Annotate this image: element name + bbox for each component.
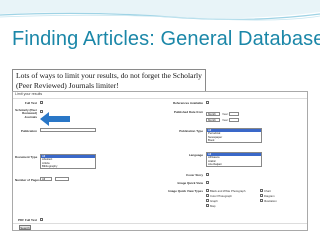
graph-checkbox[interactable] — [206, 199, 209, 202]
full-text-label: Full Text — [24, 101, 37, 105]
callout-text: Lots of ways to limit your results, do n… — [12, 69, 206, 92]
references-checkbox[interactable] — [206, 101, 209, 104]
color-photo-checkbox[interactable] — [206, 194, 209, 197]
scholarly-label: Scholarly (Peer Reviewed) Journals — [15, 108, 37, 119]
diagram-label: Diagram — [264, 194, 275, 198]
publication-input[interactable] — [40, 128, 96, 132]
pdf-full-text-label: PDF Full Text — [18, 218, 37, 222]
decorative-wave — [0, 0, 320, 21]
pages-select[interactable]: All — [40, 177, 52, 181]
bw-photo-checkbox[interactable] — [206, 189, 209, 192]
date-from-year-input[interactable] — [229, 112, 239, 116]
header-divider — [13, 98, 307, 99]
map-label: Map — [210, 204, 216, 208]
image-types-label: Image Quick View Types — [168, 189, 203, 193]
slide-title: Finding Articles: General Database — [12, 28, 320, 50]
graph-label: Graph — [210, 199, 218, 203]
document-type-option[interactable]: Bibliography — [41, 164, 95, 168]
language-label: Language — [188, 153, 203, 157]
bw-photo-label: Black and White Photograph — [210, 189, 246, 193]
references-label: References Available — [173, 101, 203, 105]
date-to-year-input[interactable] — [229, 118, 239, 122]
search-button[interactable]: Search — [19, 225, 31, 230]
pages-label: Number of Pages — [15, 178, 40, 182]
pointer-arrow-icon — [40, 112, 70, 126]
map-checkbox[interactable] — [206, 204, 209, 207]
diagram-checkbox[interactable] — [260, 194, 263, 197]
limit-results-header: Limit your results — [15, 92, 43, 96]
illustration-label: Illustration — [264, 199, 277, 203]
illustration-checkbox[interactable] — [260, 199, 263, 202]
date-to-month-select[interactable]: Month — [206, 118, 220, 122]
full-text-checkbox[interactable] — [40, 101, 43, 104]
pdf-full-text-checkbox[interactable] — [40, 218, 43, 221]
publication-label: Publication — [20, 129, 37, 133]
date-from-month-select[interactable]: Month — [206, 112, 220, 116]
document-type-list[interactable]: All Abstract Article Bibliography — [40, 154, 96, 169]
date-from-year-label: Year: — [222, 112, 229, 116]
chart-label: Chart — [264, 189, 271, 193]
publication-type-list[interactable]: All Periodical Newspaper Book — [206, 128, 262, 143]
footer-divider — [13, 223, 307, 224]
document-type-label: Document Type — [15, 155, 38, 159]
cover-story-label: Cover Story — [185, 173, 203, 177]
image-quick-view-checkbox[interactable] — [206, 181, 209, 184]
publication-type-option[interactable]: Book — [207, 138, 261, 142]
publication-type-label: Publication Type — [179, 129, 203, 133]
published-date-label: Published Date from — [173, 110, 203, 114]
chart-checkbox[interactable] — [260, 189, 263, 192]
color-photo-label: Color Photograph — [210, 194, 232, 198]
pages-value-select[interactable] — [55, 177, 69, 181]
cover-story-checkbox[interactable] — [206, 173, 209, 176]
image-quick-view-label: Image Quick View — [177, 181, 203, 185]
language-list[interactable]: All Afrikaans Arabic Azerbaijani — [206, 152, 262, 167]
date-to-year-label: Year: — [222, 118, 229, 122]
language-option[interactable]: Azerbaijani — [207, 162, 261, 166]
